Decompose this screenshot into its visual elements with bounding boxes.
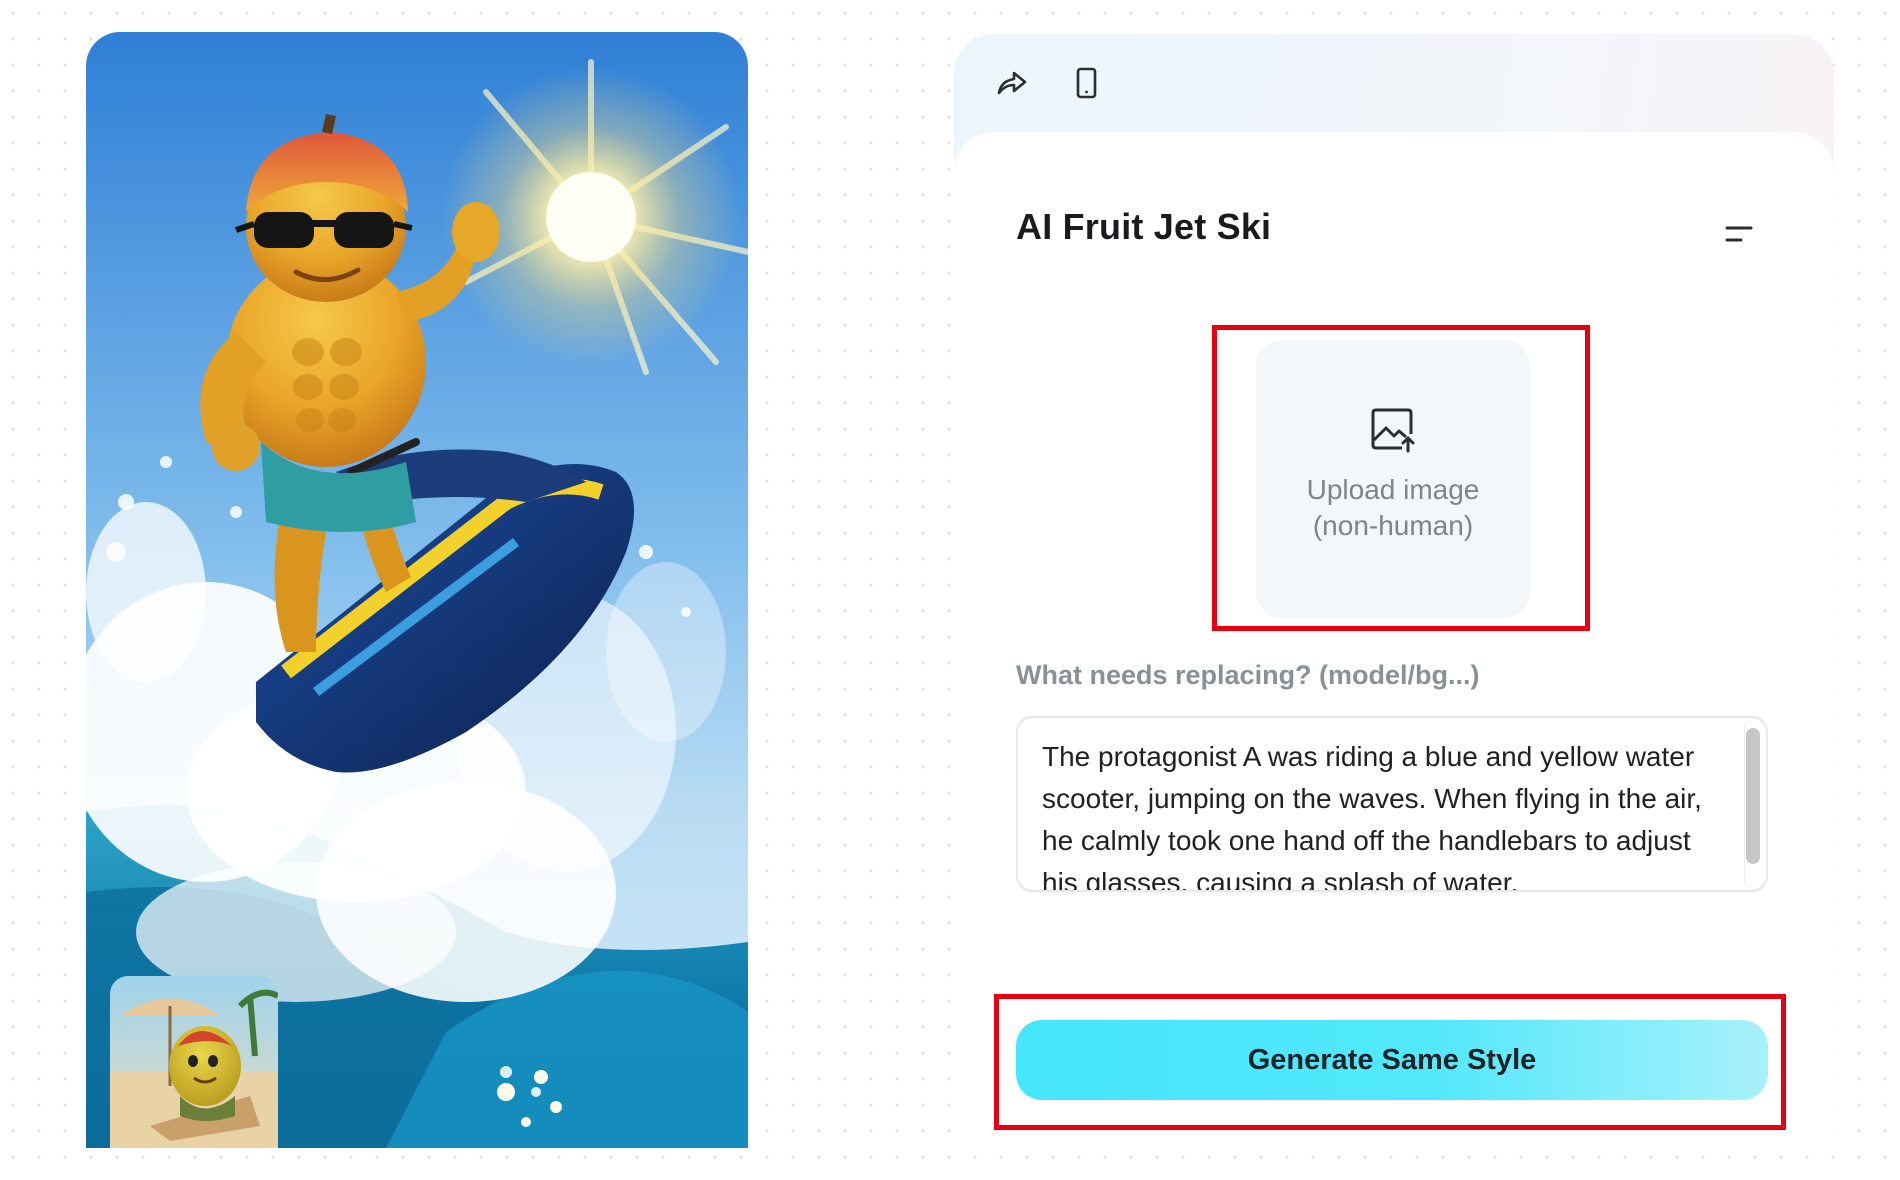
upload-label-line2: (non-human) (1312, 510, 1474, 541)
generate-same-style-button[interactable]: Generate Same Style (1016, 1020, 1768, 1100)
preview-image (86, 32, 748, 1148)
image-upload-icon (1371, 408, 1415, 453)
upload-image-button[interactable]: Upload image (non-human) (1256, 340, 1530, 618)
prompt-text[interactable]: The protagonist A was riding a blue and … (1042, 736, 1732, 890)
upload-label-line1: Upload image (1306, 474, 1480, 505)
menu-button[interactable] (1716, 212, 1760, 256)
prompt-textarea[interactable]: The protagonist A was riding a blue and … (1016, 716, 1768, 892)
page-title: AI Fruit Jet Ski (1016, 206, 1272, 247)
generator-card: AI Fruit Jet Ski Upload image (non-human… (954, 132, 1834, 1148)
upload-label: Upload image (non-human) (1307, 472, 1480, 544)
menu-icon (1725, 226, 1753, 242)
prompt-scrollbar-thumb[interactable] (1746, 728, 1760, 864)
share-icon (997, 71, 1027, 95)
phone-icon (1076, 67, 1097, 99)
thumbnail-image[interactable] (110, 976, 278, 1148)
mobile-preview-button[interactable] (1064, 61, 1108, 105)
generate-button-label: Generate Same Style (1247, 1043, 1537, 1076)
share-button[interactable] (990, 61, 1034, 105)
prompt-label: What needs replacing? (model/bg...) (1016, 660, 1480, 690)
panel-toolbar (990, 58, 1108, 108)
